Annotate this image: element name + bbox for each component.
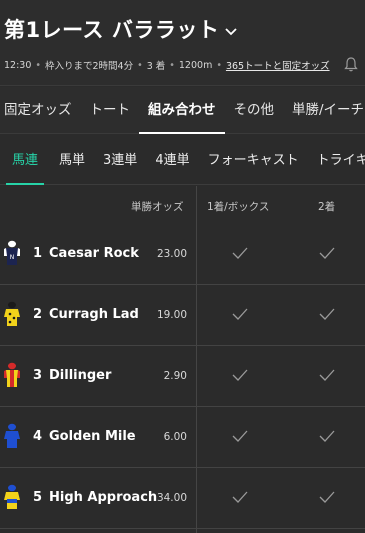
checkmark-icon[interactable]	[318, 488, 336, 506]
runner-odds: 6.00	[163, 431, 187, 443]
runner-number: 3	[33, 368, 43, 383]
silk-red-yellow-icon	[4, 362, 20, 387]
column-box-label: 1着/ボックス	[207, 201, 270, 213]
race-header: 第1レース バララット 12:30 • 枠入りまで2時間4分 • 3 着 • 1…	[0, 0, 365, 86]
race-title: 第1レース バララット	[4, 18, 220, 42]
tote-info-link[interactable]: 365トートと固定オッズ	[226, 58, 330, 72]
runner-name: Caesar Rock	[49, 246, 139, 261]
runner-row: N 1 Caesar Rock 23.00	[0, 224, 365, 285]
runner-odds: 2.90	[163, 370, 187, 382]
subtab-quinella[interactable]: 馬連	[0, 135, 50, 185]
runner-row: 2 Curragh Lad 19.00	[0, 285, 365, 346]
race-time: 12:30	[4, 59, 32, 71]
silk-navy-white-icon: N	[4, 240, 20, 265]
bell-icon[interactable]	[343, 56, 359, 73]
runner-row: 3 Dillinger 2.90	[0, 346, 365, 407]
runner-number: 4	[33, 429, 43, 444]
race-placings: 3 着	[146, 61, 166, 72]
runner-row: 5 High Approach 34.00	[0, 468, 365, 529]
race-distance: 1200m	[178, 59, 213, 71]
runner-name: High Approach	[49, 490, 158, 505]
column-odds-label: 単勝オッズ	[131, 201, 184, 213]
checkmark-icon[interactable]	[318, 244, 336, 262]
separator-dot: •	[137, 59, 143, 71]
checkmark-icon[interactable]	[318, 305, 336, 323]
subtab-first4[interactable]: 4連単	[146, 135, 198, 185]
tab-tote[interactable]: トート	[81, 87, 140, 134]
checkmark-icon[interactable]	[231, 488, 249, 506]
runner-list: N 1 Caesar Rock 23.00 2 Curragh Lad 19.0…	[0, 224, 365, 529]
separator-dot: •	[216, 59, 222, 71]
tab-other[interactable]: その他	[225, 87, 284, 134]
race-page: 第1レース バララット 12:30 • 枠入りまで2時間4分 • 3 着 • 1…	[0, 0, 365, 533]
silk-yellow-black-icon	[4, 301, 20, 326]
column-second-label: 2着	[318, 201, 336, 213]
checkmark-icon[interactable]	[318, 427, 336, 445]
subtab-forecast[interactable]: フォーキャスト	[199, 135, 308, 185]
column-header: 単勝オッズ 1着/ボックス 2着	[0, 186, 365, 224]
runner-name: Dillinger	[49, 368, 112, 383]
market-tabs: 固定オッズ トート 組み合わせ その他 単勝/イーチウェイ	[0, 87, 365, 134]
runner-row: 4 Golden Mile 6.00	[0, 407, 365, 468]
runner-name: Golden Mile	[49, 429, 136, 444]
separator-dot: •	[35, 59, 41, 71]
subtab-trifecta[interactable]: 3連単	[94, 135, 146, 185]
runner-name: Curragh Lad	[49, 307, 139, 322]
checkmark-icon[interactable]	[231, 244, 249, 262]
runner-number: 1	[33, 246, 43, 261]
runner-number: 2	[33, 307, 43, 322]
runner-odds: 19.00	[156, 309, 187, 321]
silk-royal-blue-icon	[4, 423, 20, 448]
checkmark-icon[interactable]	[231, 427, 249, 445]
checkmark-icon[interactable]	[231, 366, 249, 384]
race-countdown: 枠入りまで2時間4分	[45, 61, 134, 72]
runner-odds: 23.00	[156, 248, 187, 260]
chevron-down-icon	[225, 28, 238, 36]
race-info: 12:30 • 枠入りまで2時間4分 • 3 着 • 1200m • 365トー…	[4, 58, 330, 73]
tab-win-each-way[interactable]: 単勝/イーチウェイ	[283, 87, 365, 134]
bet-type-tabs: 馬連 馬単 3連単 4連単 フォーキャスト トライキャスト	[0, 135, 365, 185]
runner-number: 5	[33, 490, 43, 505]
subtab-tricast[interactable]: トライキャスト	[308, 135, 365, 185]
checkmark-icon[interactable]	[318, 366, 336, 384]
separator-dot: •	[169, 59, 175, 71]
race-title-dropdown[interactable]: 第1レース バララット	[4, 14, 239, 44]
silk-yellow-blue-icon	[4, 484, 20, 509]
tab-combinations[interactable]: 組み合わせ	[139, 87, 225, 134]
subtab-exacta[interactable]: 馬単	[50, 135, 94, 185]
checkmark-icon[interactable]	[231, 305, 249, 323]
svg-text:N: N	[10, 254, 15, 261]
runner-odds: 34.00	[156, 492, 187, 504]
tab-fixed-odds[interactable]: 固定オッズ	[0, 87, 81, 134]
